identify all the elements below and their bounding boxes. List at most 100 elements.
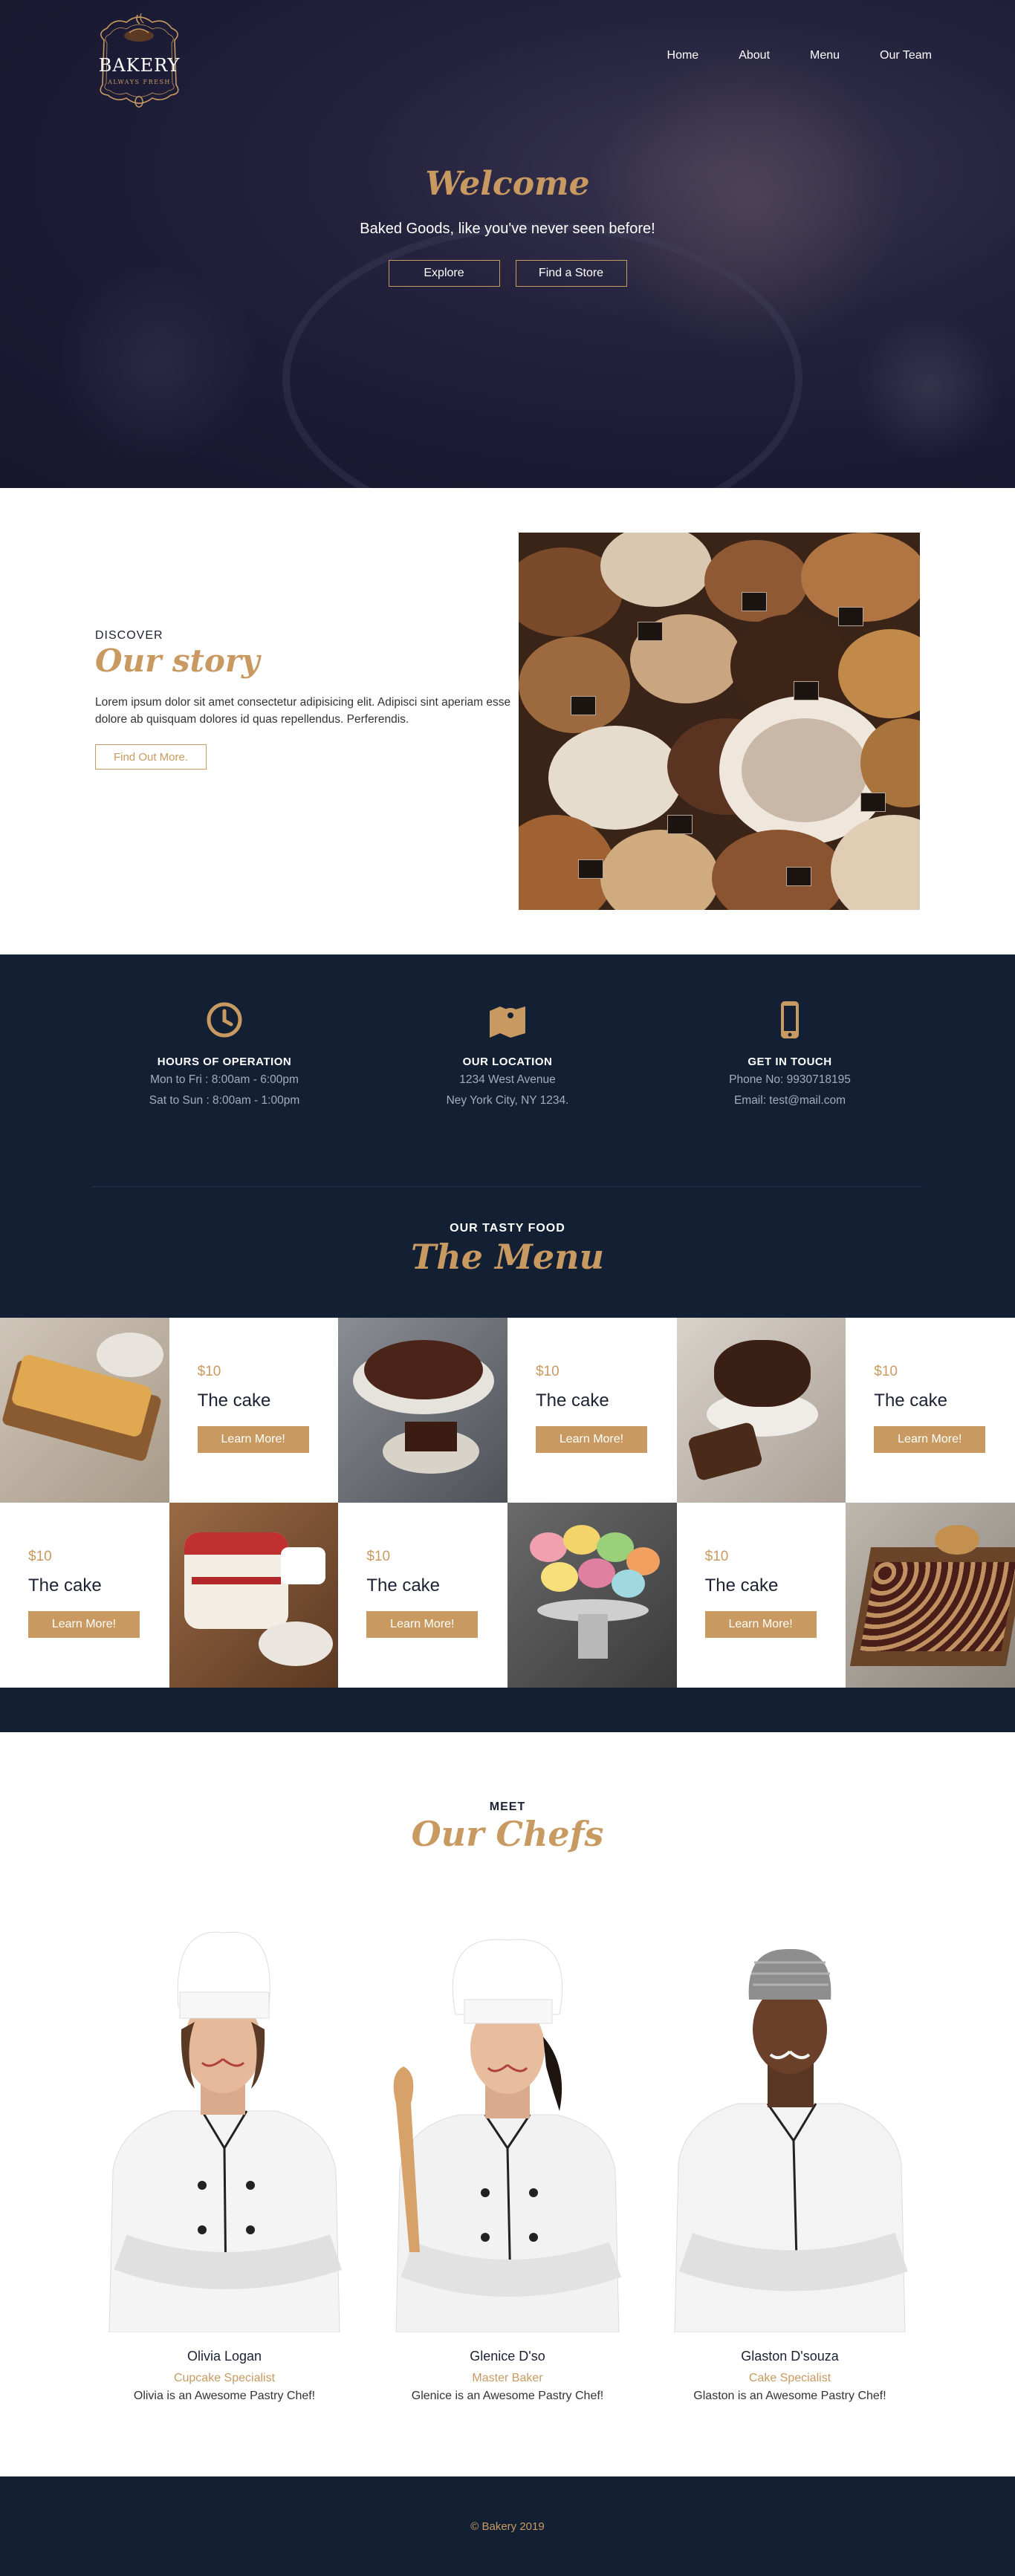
chef-name: Olivia Logan xyxy=(187,2349,262,2364)
menu-arrow xyxy=(160,1586,169,1604)
learn-more-button[interactable]: Learn More! xyxy=(366,1611,479,1638)
logo-tagline: ALWAYS FRESH xyxy=(108,79,171,85)
contact-title: GET IN TOUCH xyxy=(748,1056,832,1068)
chef-photo xyxy=(91,1903,358,2333)
menu-item-price: $10 xyxy=(28,1549,52,1564)
map-pin-icon xyxy=(490,1006,525,1038)
menu-item-price: $10 xyxy=(874,1364,898,1379)
story-body: Lorem ipsum dolor sit amet consectetur a… xyxy=(95,696,511,726)
clock-icon xyxy=(207,1002,242,1038)
learn-more-button[interactable]: Learn More! xyxy=(197,1426,309,1453)
contact-email[interactable]: Email: test@mail.com xyxy=(678,1092,901,1110)
chef-name: Glenice D'so xyxy=(470,2349,545,2364)
chef-bio: Glenice is an Awesome Pastry Chef! xyxy=(411,2390,604,2402)
learn-more-button[interactable]: Learn More! xyxy=(28,1611,140,1638)
menu-arrow xyxy=(846,1401,855,1419)
chefs-title: Our Chefs xyxy=(411,1814,604,1854)
learn-more-button[interactable]: Learn More! xyxy=(535,1426,647,1453)
menu-bottom-spacer xyxy=(0,1688,1015,1732)
learn-more-button[interactable]: Learn More! xyxy=(874,1426,986,1453)
explore-button[interactable]: Explore xyxy=(388,260,500,287)
hero-bg-glow xyxy=(855,312,1003,461)
chef-card: Olivia Logan Cupcake Specialist Olivia i… xyxy=(83,1903,366,2403)
nav-menu[interactable]: Menu xyxy=(810,49,840,62)
menu-item-name: The cake xyxy=(197,1391,271,1411)
chefs-heading: MEET Our Chefs xyxy=(0,1732,1015,1854)
location-title: OUR LOCATION xyxy=(462,1056,553,1068)
location-block: OUR LOCATION 1234 West Avenue Ney York C… xyxy=(396,999,619,1110)
menu-title: The Menu xyxy=(410,1237,605,1277)
hours-block: HOURS OF OPERATION Mon to Fri : 8:00am -… xyxy=(113,999,336,1110)
pastries-photo xyxy=(519,533,920,910)
chef-bio: Glaston is an Awesome Pastry Chef! xyxy=(693,2390,886,2402)
chefs-section: MEET Our Chefs Olivia Logan Cupcake Spec xyxy=(0,1732,1015,2476)
hero-title: Welcome xyxy=(425,165,590,203)
info-menu-section: HOURS OF OPERATION Mon to Fri : 8:00am -… xyxy=(0,954,1015,1732)
menu-heading: OUR TASTY FOOD The Menu xyxy=(0,1188,1015,1318)
hours-title: HOURS OF OPERATION xyxy=(157,1056,292,1068)
menu-photo-chocolate-box xyxy=(846,1503,1015,1688)
menu-item: $10 The cake Learn More! xyxy=(169,1318,339,1503)
menu-item: $10 The cake Learn More! xyxy=(507,1318,677,1503)
main-nav: Home About Menu Our Team xyxy=(627,49,932,62)
menu-item-price: $10 xyxy=(197,1364,221,1379)
hero-buttons: Explore Find a Store xyxy=(0,260,1015,287)
chef-role: Cake Specialist xyxy=(748,2372,831,2384)
menu-arrow xyxy=(507,1401,516,1419)
chef-photo xyxy=(374,1903,641,2333)
find-out-more-button[interactable]: Find Out More. xyxy=(95,744,207,770)
nav-about[interactable]: About xyxy=(739,49,770,62)
chef-figure-icon xyxy=(108,1931,342,2333)
menu-item-name: The cake xyxy=(874,1391,947,1411)
menu-item: $10 The cake Learn More! xyxy=(0,1503,169,1688)
menu-photo-chocolate-cake xyxy=(338,1318,507,1503)
story-section: DISCOVER Our story Lorem ipsum dolor sit… xyxy=(0,488,1015,954)
learn-more-button[interactable]: Learn More! xyxy=(704,1611,817,1638)
chef-photo xyxy=(656,1903,924,2333)
menu-photo-macarons xyxy=(507,1503,677,1688)
menu-item-name: The cake xyxy=(28,1575,102,1596)
menu-photo-berry-layer-cake xyxy=(169,1503,339,1688)
menu-arrow xyxy=(837,1586,846,1604)
menu-item: $10 The cake Learn More! xyxy=(846,1318,1015,1503)
menu-item-price: $10 xyxy=(704,1549,729,1564)
menu-item: $10 The cake Learn More! xyxy=(338,1503,507,1688)
contact-phone[interactable]: Phone No: 9930718195 xyxy=(678,1071,901,1089)
nav-home[interactable]: Home xyxy=(667,49,699,62)
menu-photo-truffle-cake xyxy=(676,1318,846,1503)
menu-arrow xyxy=(498,1586,507,1604)
chef-bio: Olivia is an Awesome Pastry Chef! xyxy=(133,2390,316,2402)
menu-item-name: The cake xyxy=(366,1575,441,1596)
chef-role: Cupcake Specialist xyxy=(173,2372,276,2384)
phone-icon xyxy=(781,1001,799,1038)
logo[interactable]: BAKERY ALWAYS FRESH xyxy=(82,10,197,111)
footer: © Bakery 2019 xyxy=(0,2476,1015,2576)
menu-item-price: $10 xyxy=(366,1549,391,1564)
menu-item-name: The cake xyxy=(704,1575,779,1596)
menu-photo-loaf-cake xyxy=(0,1318,169,1503)
menu-eyebrow: OUR TASTY FOOD xyxy=(450,1222,565,1235)
chefs-eyebrow: MEET xyxy=(489,1801,526,1813)
hours-line: Sat to Sun : 8:00am - 1:00pm xyxy=(149,1094,300,1107)
chef-name: Glaston D'souza xyxy=(741,2349,839,2364)
logo-title: BAKERY xyxy=(98,55,181,76)
chef-figure-icon xyxy=(674,1948,908,2333)
menu-item: $10 The cake Learn More! xyxy=(676,1503,846,1688)
location-line: 1234 West Avenue xyxy=(459,1073,556,1086)
story-eyebrow: DISCOVER xyxy=(95,629,163,642)
chef-card: Glenice D'so Master Baker Glenice is an … xyxy=(366,1903,649,2403)
contact-block: GET IN TOUCH Phone No: 9930718195 Email:… xyxy=(678,999,901,1110)
chef-card: Glaston D'souza Cake Specialist Glaston … xyxy=(649,1903,931,2403)
chef-figure-icon xyxy=(393,1939,622,2333)
section-divider xyxy=(92,1186,923,1187)
menu-item-price: $10 xyxy=(535,1364,560,1379)
find-store-button[interactable]: Find a Store xyxy=(515,260,627,287)
hero-subtitle: Baked Goods, like you've never seen befo… xyxy=(360,221,655,237)
location-line: Ney York City, NY 1234. xyxy=(446,1094,569,1107)
hours-line: Mon to Fri : 8:00am - 6:00pm xyxy=(150,1073,299,1086)
story-title: Our story xyxy=(95,643,260,679)
nav-our-team[interactable]: Our Team xyxy=(880,49,932,62)
chef-role: Master Baker xyxy=(472,2372,543,2384)
hero-section: BAKERY ALWAYS FRESH Home About Menu Our … xyxy=(0,0,1015,488)
hero-bg-glow xyxy=(45,267,267,461)
